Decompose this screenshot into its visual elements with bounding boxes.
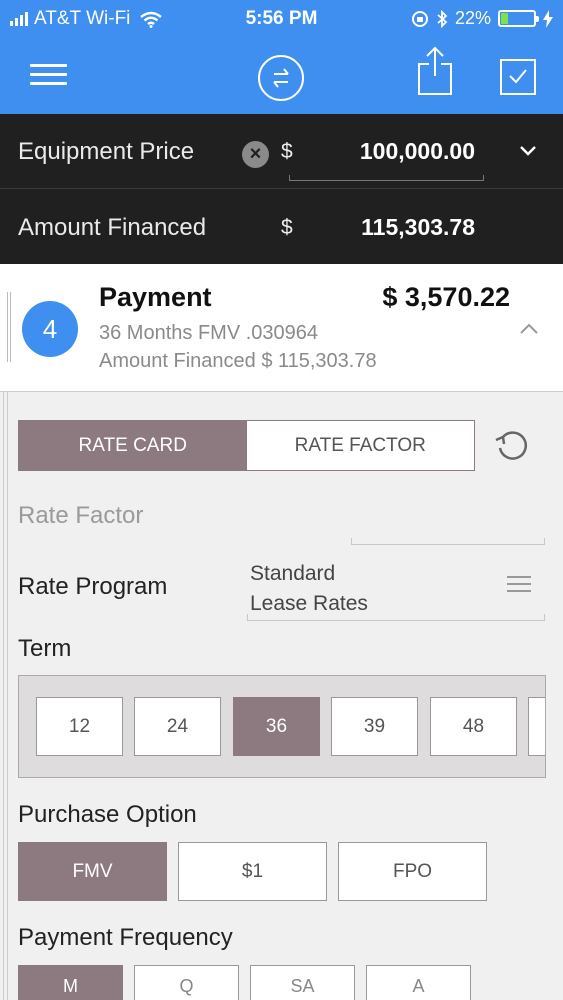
section-rail bbox=[7, 292, 11, 362]
term-option-48[interactable]: 48 bbox=[430, 697, 517, 756]
chevron-up-icon[interactable] bbox=[518, 322, 540, 336]
term-option-12[interactable]: 12 bbox=[36, 697, 123, 756]
equipment-price-currency: $ bbox=[281, 140, 293, 163]
clear-icon[interactable]: × bbox=[242, 141, 269, 168]
frequency-semiannual[interactable]: SA bbox=[250, 965, 355, 1000]
amount-financed-value: 115,303.78 bbox=[361, 214, 475, 240]
rate-program-value-line1: Standard bbox=[250, 562, 336, 585]
payment-frequency-label: Payment Frequency bbox=[18, 924, 233, 951]
top-nav-bar bbox=[0, 38, 563, 114]
rate-program-select[interactable]: Standard Lease Rates bbox=[250, 559, 470, 619]
panel-rail bbox=[3, 392, 8, 1000]
payment-options-panel: RATE CARD RATE FACTOR Rate Factor Rate P… bbox=[0, 392, 563, 1000]
frequency-annual[interactable]: A bbox=[366, 965, 471, 1000]
rate-factor-field[interactable]: Rate Factor bbox=[18, 502, 143, 530]
step-badge: 4 bbox=[22, 301, 78, 357]
term-scroller[interactable]: 12 24 36 39 48 bbox=[18, 675, 546, 778]
frequency-monthly[interactable]: M bbox=[18, 965, 123, 1000]
payment-term-summary: 36 Months FMV .030964 bbox=[99, 322, 319, 344]
payment-financed-summary: Amount Financed $ 115,303.78 bbox=[99, 350, 377, 372]
equipment-price-underline bbox=[289, 175, 484, 181]
rate-program-label: Rate Program bbox=[18, 573, 168, 600]
term-option-39[interactable]: 39 bbox=[331, 697, 418, 756]
list-icon[interactable] bbox=[507, 576, 531, 594]
chevron-down-icon[interactable] bbox=[518, 144, 538, 158]
battery-percent: 22% bbox=[454, 8, 491, 28]
equipment-price-input[interactable]: 100,000.00 bbox=[295, 138, 475, 165]
purchase-option-label: Purchase Option bbox=[18, 801, 197, 828]
amount-financed-row: Amount Financed $ 115,303.78 bbox=[0, 190, 563, 265]
payment-section[interactable]: 4 Payment $ 3,570.22 36 Months FMV .0309… bbox=[0, 264, 563, 392]
term-option-partial[interactable] bbox=[528, 697, 545, 756]
rate-mode-toggle: RATE CARD RATE FACTOR bbox=[18, 420, 475, 471]
equipment-price-row: Equipment Price × $ 100,000.00 bbox=[0, 114, 563, 189]
term-option-24[interactable]: 24 bbox=[134, 697, 221, 756]
orientation-lock-icon bbox=[411, 10, 428, 27]
charging-icon bbox=[543, 9, 553, 28]
rate-card-tab[interactable]: RATE CARD bbox=[19, 421, 247, 470]
amount-financed-currency: $ bbox=[281, 216, 293, 239]
purchase-option-fpo[interactable]: FPO bbox=[338, 842, 487, 901]
price-summary: Equipment Price × $ 100,000.00 Amount Fi… bbox=[0, 114, 563, 264]
share-icon[interactable] bbox=[416, 46, 454, 96]
term-label: Term bbox=[18, 635, 72, 662]
frequency-quarterly[interactable]: Q bbox=[134, 965, 239, 1000]
bluetooth-icon bbox=[437, 9, 448, 28]
purchase-option-fmv[interactable]: FMV bbox=[18, 842, 167, 901]
battery-icon bbox=[498, 10, 539, 27]
status-bar: AT&T Wi-Fi 5:56 PM 22% bbox=[0, 0, 563, 38]
rate-factor-tab[interactable]: RATE FACTOR bbox=[247, 421, 475, 470]
menu-icon[interactable] bbox=[30, 64, 67, 88]
payment-title: Payment bbox=[99, 282, 212, 312]
equipment-price-label: Equipment Price bbox=[18, 138, 195, 165]
term-option-36[interactable]: 36 bbox=[233, 697, 320, 756]
confirm-icon[interactable] bbox=[500, 59, 536, 95]
reset-icon[interactable] bbox=[492, 426, 532, 466]
payment-amount: $ 3,570.22 bbox=[382, 282, 510, 312]
rate-factor-underline bbox=[351, 538, 545, 545]
rate-program-underline bbox=[247, 614, 545, 621]
amount-financed-label: Amount Financed bbox=[18, 214, 207, 241]
purchase-option-1-dollar[interactable]: $1 bbox=[178, 842, 327, 901]
swap-icon[interactable] bbox=[258, 55, 304, 101]
